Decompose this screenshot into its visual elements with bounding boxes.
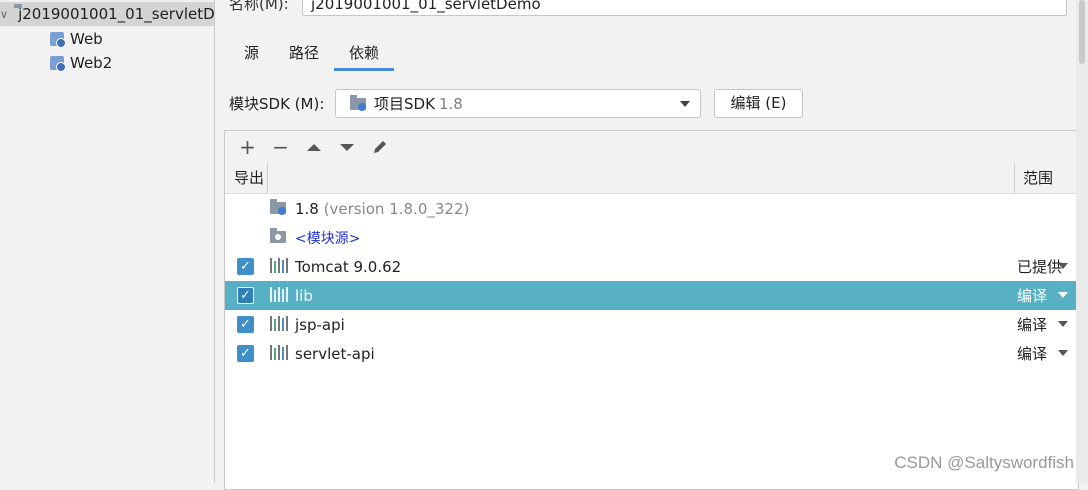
chevron-down-icon[interactable]: [1058, 263, 1068, 269]
web-facet-icon: [50, 56, 66, 72]
module-source-icon: [270, 228, 286, 243]
move-up-icon[interactable]: [297, 133, 330, 161]
tab-dependencies[interactable]: 依赖: [334, 40, 395, 71]
scope-dropdown[interactable]: 编译: [1017, 314, 1047, 335]
scrollbar-thumb[interactable]: [1079, 0, 1085, 64]
export-checkbox[interactable]: ✓: [237, 316, 254, 333]
tree-item-web2[interactable]: Web2: [50, 51, 214, 75]
dependencies-toolbar: + −: [225, 131, 1078, 164]
scope-dropdown[interactable]: 编译: [1017, 343, 1047, 364]
project-tree-panel: ∨ j2019001001_01_servletDemo Web Web2: [0, 0, 214, 483]
table-row-sdk[interactable]: 1.8 (version 1.8.0_322): [225, 194, 1078, 223]
tree-item-root-module[interactable]: ∨ j2019001001_01_servletDemo: [0, 2, 214, 26]
dependency-name: jsp-api: [295, 315, 345, 334]
dependency-name: lib: [295, 286, 313, 305]
table-row-module-source[interactable]: <模块源>: [225, 223, 1078, 252]
export-checkbox[interactable]: ✓: [237, 287, 254, 304]
module-name-input[interactable]: j2019001001_01_servletDemo: [302, 0, 1067, 16]
tree-item-label: Web: [70, 30, 103, 48]
table-row-jsp-api[interactable]: ✓ jsp-api 编译: [225, 310, 1078, 339]
module-sdk-label: 模块SDK (M):: [229, 95, 325, 113]
vertical-scrollbar[interactable]: [1076, 0, 1088, 483]
web-facet-icon: [50, 32, 66, 48]
edit-sdk-button[interactable]: 编辑 (E): [714, 89, 803, 118]
sdk-selected-label: 项目SDK: [374, 95, 435, 113]
table-header: 导出 范围: [225, 163, 1078, 194]
pencil-icon[interactable]: [363, 133, 396, 161]
dependencies-table-panel: + − 导出 范围 1.8 (version 1.8.0_322) <模块源> …: [224, 130, 1079, 490]
library-icon: [270, 316, 288, 331]
watermark: CSDN @Saltyswordfish: [894, 453, 1074, 472]
scope-dropdown[interactable]: 编译: [1017, 285, 1047, 306]
column-header-scope[interactable]: 范围: [1014, 163, 1078, 193]
tree-item-label: Web2: [70, 54, 113, 72]
remove-icon[interactable]: −: [264, 133, 297, 161]
tab-sources[interactable]: 源: [229, 40, 274, 68]
tree-item-label: j2019001001_01_servletDemo: [18, 5, 214, 23]
table-row-tomcat[interactable]: ✓ Tomcat 9.0.62 已提供: [225, 252, 1078, 281]
export-checkbox[interactable]: ✓: [237, 345, 254, 362]
module-sdk-dropdown[interactable]: 项目SDK 1.8: [335, 89, 701, 118]
move-down-icon[interactable]: [330, 133, 363, 161]
tree-item-web[interactable]: Web: [50, 27, 214, 51]
library-icon: [270, 258, 288, 273]
chevron-down-icon: [680, 101, 690, 107]
export-checkbox[interactable]: ✓: [237, 258, 254, 275]
table-row-lib[interactable]: ✓ lib 编译: [225, 281, 1078, 310]
tab-paths[interactable]: 路径: [274, 40, 334, 68]
dependency-name: Tomcat 9.0.62: [295, 257, 402, 276]
library-icon: [270, 345, 288, 360]
name-label: 名称(M):: [229, 0, 289, 13]
scope-dropdown[interactable]: 已提供: [1017, 256, 1062, 277]
column-header-export[interactable]: 导出: [225, 163, 268, 193]
library-icon: [270, 287, 288, 302]
add-icon[interactable]: +: [231, 133, 264, 161]
dependency-name: servlet-api: [295, 344, 375, 363]
chevron-down-icon[interactable]: [1058, 292, 1068, 298]
sdk-selected-version: 1.8: [438, 94, 463, 113]
tab-bar: 源 路径 依赖: [229, 40, 395, 71]
sdk-folder-icon: [350, 94, 366, 111]
chevron-down-icon[interactable]: [1058, 350, 1068, 356]
table-row-servlet-api[interactable]: ✓ servlet-api 编译: [225, 339, 1078, 368]
chevron-down-icon[interactable]: ∨: [0, 8, 8, 21]
chevron-down-icon[interactable]: [1058, 321, 1068, 327]
sdk-folder-icon: [270, 199, 286, 215]
module-settings-panel: 名称(M): j2019001001_01_servletDemo 源 路径 依…: [215, 0, 1088, 490]
dependency-name: <模块源>: [295, 230, 361, 247]
dependency-name: 1.8 (version 1.8.0_322): [295, 199, 470, 218]
